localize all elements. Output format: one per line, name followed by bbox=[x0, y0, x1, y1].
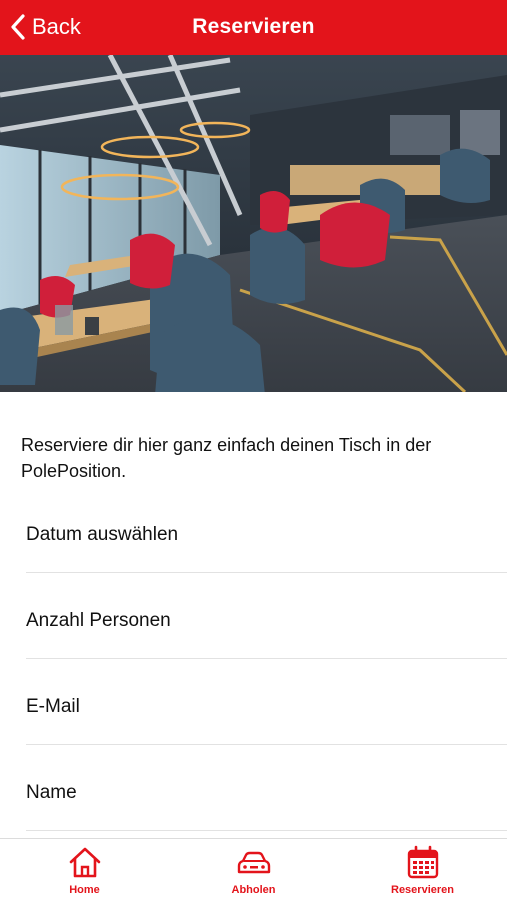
tab-bar: Home Abholen Reservieren bbox=[0, 838, 507, 900]
restaurant-photo bbox=[0, 55, 507, 392]
guest-count-label: Anzahl Personen bbox=[26, 610, 171, 631]
tab-abholen-label: Abholen bbox=[231, 884, 276, 896]
calendar-icon bbox=[407, 845, 438, 879]
guest-count-field[interactable]: Anzahl Personen bbox=[26, 573, 507, 659]
email-field-label: E-Mail bbox=[26, 696, 80, 717]
email-field[interactable]: E-Mail bbox=[26, 659, 507, 745]
intro-text: Reserviere dir hier ganz einfach deinen … bbox=[21, 435, 432, 481]
tab-reservieren[interactable]: Reservieren bbox=[338, 839, 507, 900]
home-icon bbox=[69, 847, 100, 878]
date-select-field[interactable]: Datum auswählen bbox=[26, 487, 507, 573]
name-field-label: Name bbox=[26, 782, 77, 803]
tab-abholen[interactable]: Abholen bbox=[169, 839, 338, 900]
tab-reservieren-label: Reservieren bbox=[391, 884, 454, 896]
navigation-bar: Back Reservieren bbox=[0, 0, 507, 55]
name-field[interactable]: Name bbox=[26, 745, 507, 831]
tab-home[interactable]: Home bbox=[0, 839, 169, 900]
car-icon bbox=[237, 851, 270, 874]
page-title: Reservieren bbox=[192, 15, 315, 38]
tab-home-label: Home bbox=[69, 884, 100, 896]
date-field-label: Datum auswählen bbox=[26, 524, 179, 545]
